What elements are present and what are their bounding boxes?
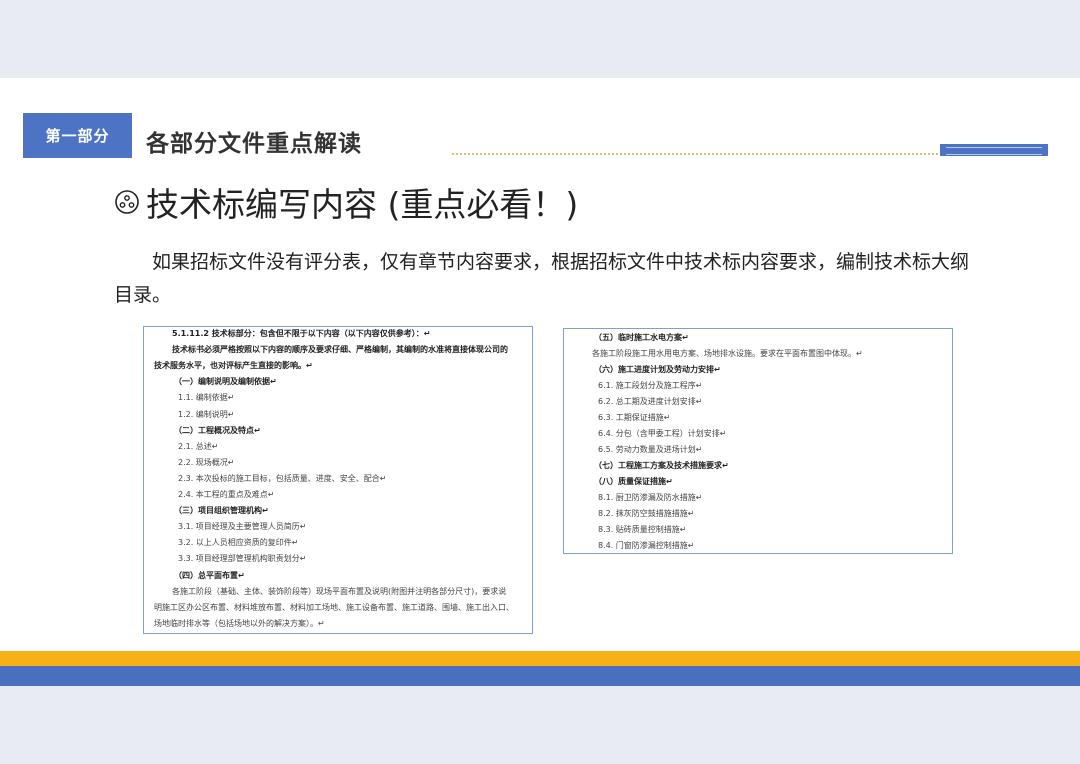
doc-line: （四）总平面布置↵: [174, 570, 245, 580]
doc-line: （三）项目组织管理机构↵: [174, 506, 269, 516]
doc-line: 8.3. 贴砖质量控制措施↵: [598, 525, 687, 534]
footer-bar-blue: [0, 666, 1080, 686]
doc-line: 2.2. 现场概况↵: [178, 457, 235, 467]
doc-line: 各施工阶段（基础、主体、装饰阶段等）现场平面布置及说明(附图并注明各部分尺寸)，…: [172, 586, 507, 596]
doc-line: 3.2. 以上人员相应资质的复印件↵: [178, 538, 299, 548]
doc-line: 2.1. 总述↵: [178, 441, 219, 451]
heading: 技术标编写内容 (重点必看！): [114, 178, 578, 226]
doc-line: 1.2. 编制说明↵: [178, 409, 235, 419]
footer-bar-orange: [0, 651, 1080, 666]
doc-line: 明施工区办公区布置、材料堆放布置、材料加工场地、施工设备布置、施工道路、围墙、施…: [154, 602, 514, 612]
section-title: 各部分文件重点解读: [146, 131, 362, 157]
doc-line: 8.1. 厨卫防渗漏及防水措施↵: [598, 493, 703, 502]
doc-line: 6.4. 分包（含甲委工程）计划安排↵: [598, 429, 727, 438]
doc-line: 2.3. 本次投标的施工目标，包括质量、进度、安全、配合↵: [178, 473, 387, 483]
doc-line: 6.1. 施工段划分及施工程序↵: [598, 381, 703, 390]
doc-line: 6.2. 总工期及进度计划安排↵: [598, 397, 703, 406]
doc-line: 各施工阶段施工用水用电方案、场地排水设施。要求在平面布置图中体现。↵: [592, 349, 863, 358]
doc-line: 2.4. 本工程的重点及难点↵: [178, 490, 275, 499]
title-divider-block-lines: [946, 147, 1042, 155]
doc-line: 技术服务水平，也对评标产生直接的影响。↵: [154, 361, 313, 371]
doc-line: 技术标书必须严格按照以下内容的顺序及要求仔细、严格编制，其编制的水准将直接体现公…: [172, 345, 508, 355]
doc-line: （六）施工进度计划及劳动力安排↵: [594, 365, 721, 374]
doc-line: 8.2. 抹灰防空鼓措施措施↵: [598, 509, 695, 518]
title-divider: [452, 153, 942, 155]
doc-line: 5.1.11.2 技术标部分：包含但不限于以下内容（以下内容仅供参考）：↵: [172, 329, 431, 338]
doc-line: （二）工程概况及特点↵: [174, 425, 261, 435]
section-tag: 第一部分: [23, 113, 132, 158]
doc-excerpt-left: 5.1.11.2 技术标部分：包含但不限于以下内容（以下内容仅供参考）：↵ 技术标…: [143, 326, 533, 634]
circled-bullet-icon: [115, 190, 139, 214]
doc-line: 8.4. 门窗防渗漏控制措施↵: [598, 541, 695, 550]
body-paragraph: 如果招标文件没有评分表，仅有章节内容要求，根据招标文件中技术标内容要求，编制技术…: [114, 251, 970, 306]
doc-line: 3.1. 项目经理及主要管理人员简历↵: [178, 522, 307, 532]
doc-line: （八）质量保证措施↵: [594, 477, 673, 486]
doc-line: 场地临时排水等（包括场地以外的解决方案）。↵: [154, 618, 325, 628]
doc-line: 1.1. 编制依据↵: [178, 393, 235, 403]
doc-excerpt-right: （五）临时施工水电方案↵ 各施工阶段施工用水用电方案、场地排水设施。要求在平面布置…: [563, 328, 953, 554]
doc-line: （七）工程施工方案及技术措施要求↵: [594, 461, 729, 470]
heading-text: 技术标编写内容 (重点必看！): [146, 185, 579, 224]
doc-line: 6.3. 工期保证措施↵: [598, 413, 671, 422]
doc-line: 6.5. 劳动力数量及进场计划↵: [598, 445, 703, 454]
doc-line: （五）临时施工水电方案↵: [594, 333, 689, 342]
doc-line: 3.3. 项目经理部管理机构职责划分↵: [178, 554, 307, 564]
doc-line: （一）编制说明及编制依据↵: [174, 377, 277, 387]
